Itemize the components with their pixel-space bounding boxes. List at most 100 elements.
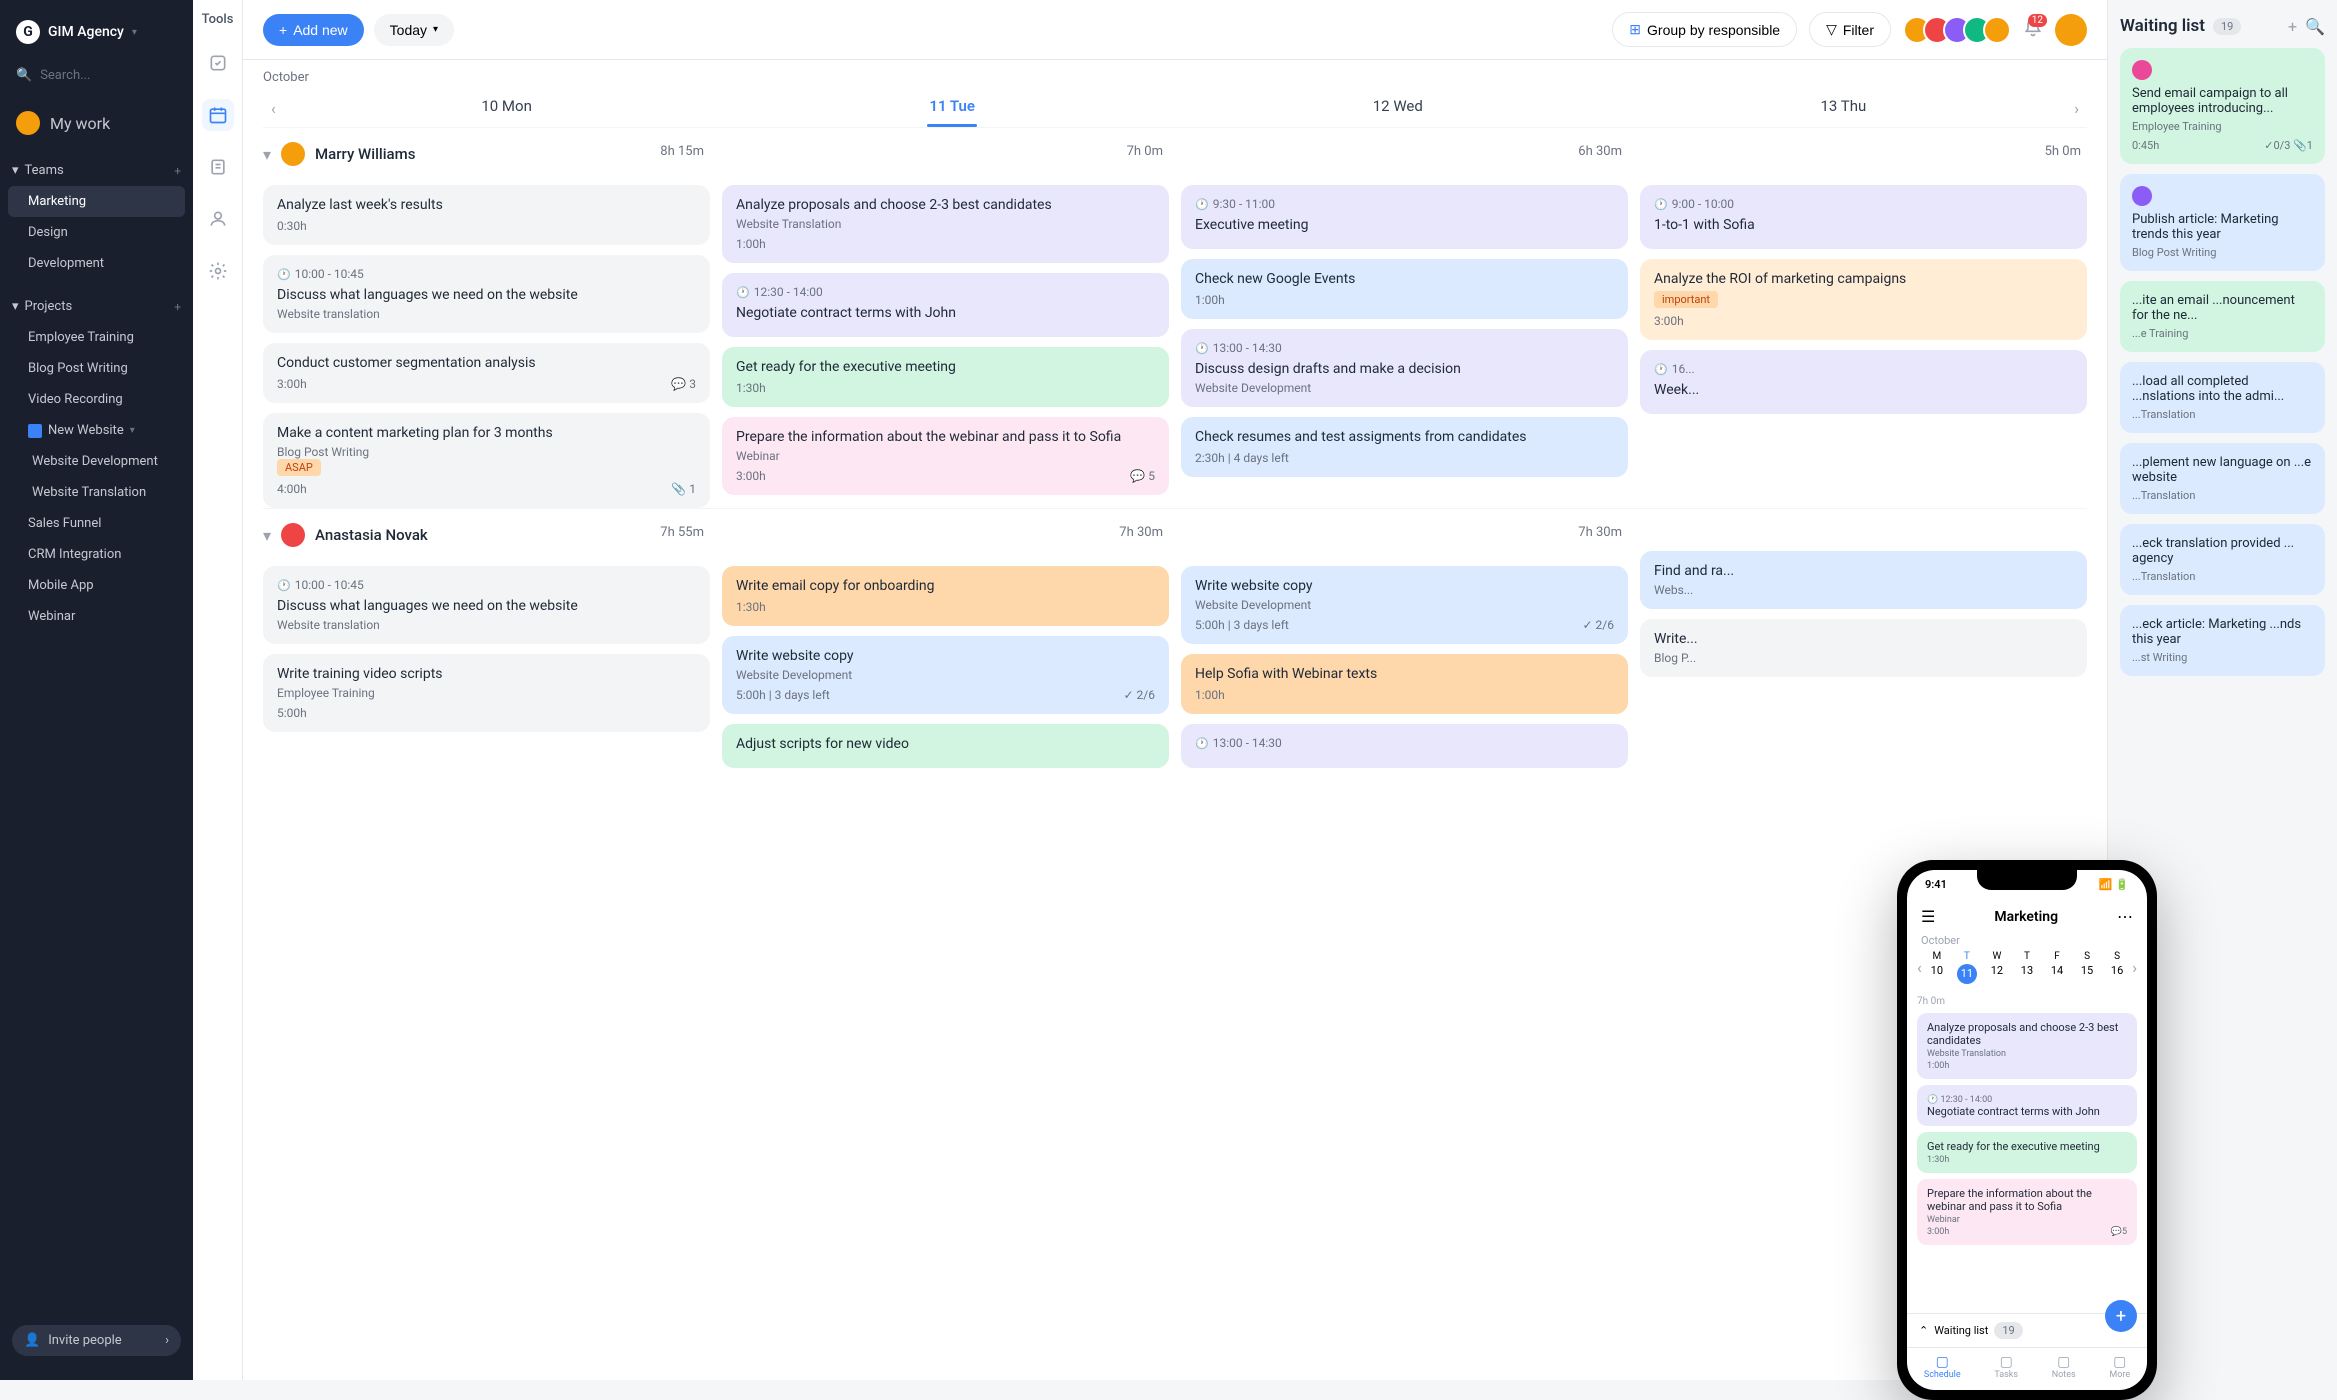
nav-video-recording[interactable]: Video Recording <box>0 384 193 415</box>
nav-webinar[interactable]: Webinar <box>0 601 193 632</box>
phone-day[interactable]: F14 <box>2042 951 2072 984</box>
add-waiting-icon[interactable]: + <box>2288 17 2297 36</box>
add-new-button[interactable]: + Add new <box>263 14 364 46</box>
nav-new-website-folder[interactable]: New Website ▾ <box>0 415 193 446</box>
phone-more-icon[interactable]: ⋯ <box>2117 907 2133 926</box>
group-by-button[interactable]: ⊞ Group by responsible <box>1612 12 1797 47</box>
task-card[interactable]: 10:00 - 10:45Discuss what languages we n… <box>263 255 710 333</box>
agency-selector[interactable]: G GIM Agency ▾ <box>12 12 181 52</box>
phone-time-range: 🕐 12:30 - 14:00 <box>1927 1095 2127 1105</box>
projects-label: Projects <box>25 299 73 314</box>
task-card[interactable]: Check resumes and test assigments from c… <box>1181 417 1628 477</box>
add-project-icon[interactable]: + <box>174 300 181 314</box>
task-card[interactable]: 9:30 - 11:00Executive meeting <box>1181 185 1628 249</box>
tool-tasks-icon[interactable] <box>202 47 234 79</box>
task-card[interactable]: 16...Week... <box>1640 350 2087 414</box>
task-card[interactable]: Analyze last week's results0:30h <box>263 185 710 245</box>
phone-day[interactable]: T11 <box>1952 951 1982 984</box>
task-card[interactable]: Get ready for the executive meeting1:30h <box>722 347 1169 407</box>
notification-icon[interactable]: 12 <box>2023 18 2043 42</box>
nav-development[interactable]: Development <box>0 248 193 279</box>
nav-sales-funnel[interactable]: Sales Funnel <box>0 508 193 539</box>
task-card[interactable]: Analyze the ROI of marketing campaignsim… <box>1640 259 2087 340</box>
phone-tab[interactable]: ▢Notes <box>2052 1354 2076 1380</box>
phone-task-card[interactable]: 🕐 12:30 - 14:00Negotiate contract terms … <box>1917 1085 2137 1126</box>
my-work-link[interactable]: My work <box>12 103 181 143</box>
waiting-card[interactable]: ...ite an email ...nouncement for the ne… <box>2120 281 2325 352</box>
today-button[interactable]: Today ▾ <box>374 14 454 46</box>
day-tab[interactable]: 10 Mon <box>284 89 730 127</box>
task-card[interactable]: Conduct customer segmentation analysis3:… <box>263 343 710 403</box>
search-waiting-icon[interactable]: 🔍 <box>2305 17 2325 36</box>
card-duration: 3:00h <box>736 469 766 483</box>
waiting-card[interactable]: ...eck article: Marketing ...nds this ye… <box>2120 605 2325 676</box>
nav-blog-post[interactable]: Blog Post Writing <box>0 353 193 384</box>
task-card[interactable]: 13:00 - 14:30 <box>1181 724 1628 768</box>
tool-settings-icon[interactable] <box>202 255 234 287</box>
nav-design[interactable]: Design <box>0 217 193 248</box>
nav-crm[interactable]: CRM Integration <box>0 539 193 570</box>
phone-task-card[interactable]: Analyze proposals and choose 2-3 best ca… <box>1917 1013 2137 1079</box>
teams-section-header[interactable]: ▾ Teams + <box>0 155 193 186</box>
phone-title: Marketing <box>1994 909 2058 925</box>
task-card[interactable]: Analyze proposals and choose 2-3 best ca… <box>722 185 1169 263</box>
task-card[interactable]: Write website copyWebsite Development5:0… <box>722 636 1169 714</box>
task-card[interactable]: Write email copy for onboarding1:30h <box>722 566 1169 626</box>
next-week-button[interactable]: › <box>2066 91 2087 126</box>
prev-week-button[interactable]: ‹ <box>263 91 284 126</box>
phone-menu-icon[interactable]: ☰ <box>1921 907 1935 926</box>
tool-calendar-icon[interactable] <box>202 99 234 131</box>
task-card[interactable]: 13:00 - 14:30Discuss design drafts and m… <box>1181 329 1628 407</box>
task-card[interactable]: Write website copyWebsite Development5:0… <box>1181 566 1628 644</box>
card-title: Prepare the information about the webina… <box>736 429 1155 445</box>
nav-website-trans[interactable]: Website Translation <box>0 477 193 508</box>
card-title: Analyze the ROI of marketing campaigns <box>1654 271 2073 287</box>
phone-day[interactable]: M10 <box>1922 951 1952 984</box>
search-input[interactable]: 🔍 Search... <box>12 60 181 91</box>
waiting-card[interactable]: ...load all completed ...nslations into … <box>2120 362 2325 433</box>
day-tab[interactable]: 13 Thu <box>1621 89 2067 127</box>
task-card[interactable]: Check new Google Events1:00h <box>1181 259 1628 319</box>
task-card[interactable]: 12:30 - 14:00Negotiate contract terms wi… <box>722 273 1169 337</box>
day-tab[interactable]: 12 Wed <box>1175 89 1621 127</box>
task-card[interactable]: Write training video scriptsEmployee Tra… <box>263 654 710 732</box>
nav-employee-training[interactable]: Employee Training <box>0 322 193 353</box>
task-card[interactable]: Write...Blog P... <box>1640 619 2087 677</box>
phone-day[interactable]: S15 <box>2072 951 2102 984</box>
task-card[interactable]: 10:00 - 10:45Discuss what languages we n… <box>263 566 710 644</box>
user-avatar[interactable] <box>2055 14 2087 46</box>
day-tab[interactable]: 11 Tue <box>729 89 1175 127</box>
phone-next-week[interactable]: › <box>2132 958 2137 977</box>
waiting-card[interactable]: Send email campaign to all employees int… <box>2120 48 2325 164</box>
task-card[interactable]: Find and ra...Webs... <box>1640 551 2087 609</box>
phone-add-button[interactable]: + <box>2105 1300 2137 1332</box>
phone-day[interactable]: T13 <box>2012 951 2042 984</box>
phone-task-card[interactable]: Prepare the information about the webina… <box>1917 1179 2137 1245</box>
invite-people-button[interactable]: 👤 Invite people › <box>12 1325 181 1356</box>
waiting-card[interactable]: Publish article: Marketing trends this y… <box>2120 174 2325 271</box>
phone-day[interactable]: S16 <box>2102 951 2132 984</box>
nav-website-dev[interactable]: Website Development <box>0 446 193 477</box>
task-card[interactable]: Adjust scripts for new video <box>722 724 1169 768</box>
task-card[interactable]: 9:00 - 10:001-to-1 with Sofia <box>1640 185 2087 249</box>
avatar-stack[interactable] <box>1903 16 2011 44</box>
phone-tab[interactable]: ▢Schedule <box>1924 1354 1961 1380</box>
task-card[interactable]: Help Sofia with Webinar texts1:00h <box>1181 654 1628 714</box>
card-title: Week... <box>1654 382 2073 398</box>
phone-tab[interactable]: ▢More <box>2109 1354 2130 1380</box>
task-card[interactable]: Make a content marketing plan for 3 mont… <box>263 413 710 508</box>
phone-waiting-count: 19 <box>1994 1322 2022 1339</box>
nav-marketing[interactable]: Marketing <box>8 186 185 217</box>
filter-button[interactable]: ▽ Filter <box>1809 12 1891 47</box>
phone-task-card[interactable]: Get ready for the executive meeting1:30h <box>1917 1132 2137 1173</box>
waiting-card[interactable]: ...eck translation provided ... agency..… <box>2120 524 2325 595</box>
phone-tab[interactable]: ▢Tasks <box>1994 1354 2018 1380</box>
tool-notes-icon[interactable] <box>202 151 234 183</box>
nav-mobile-app[interactable]: Mobile App <box>0 570 193 601</box>
add-team-icon[interactable]: + <box>174 164 181 178</box>
tool-people-icon[interactable] <box>202 203 234 235</box>
projects-section-header[interactable]: ▾ Projects + <box>0 291 193 322</box>
task-card[interactable]: Prepare the information about the webina… <box>722 417 1169 495</box>
waiting-card[interactable]: ...plement new language on ...e website.… <box>2120 443 2325 514</box>
phone-day[interactable]: W12 <box>1982 951 2012 984</box>
